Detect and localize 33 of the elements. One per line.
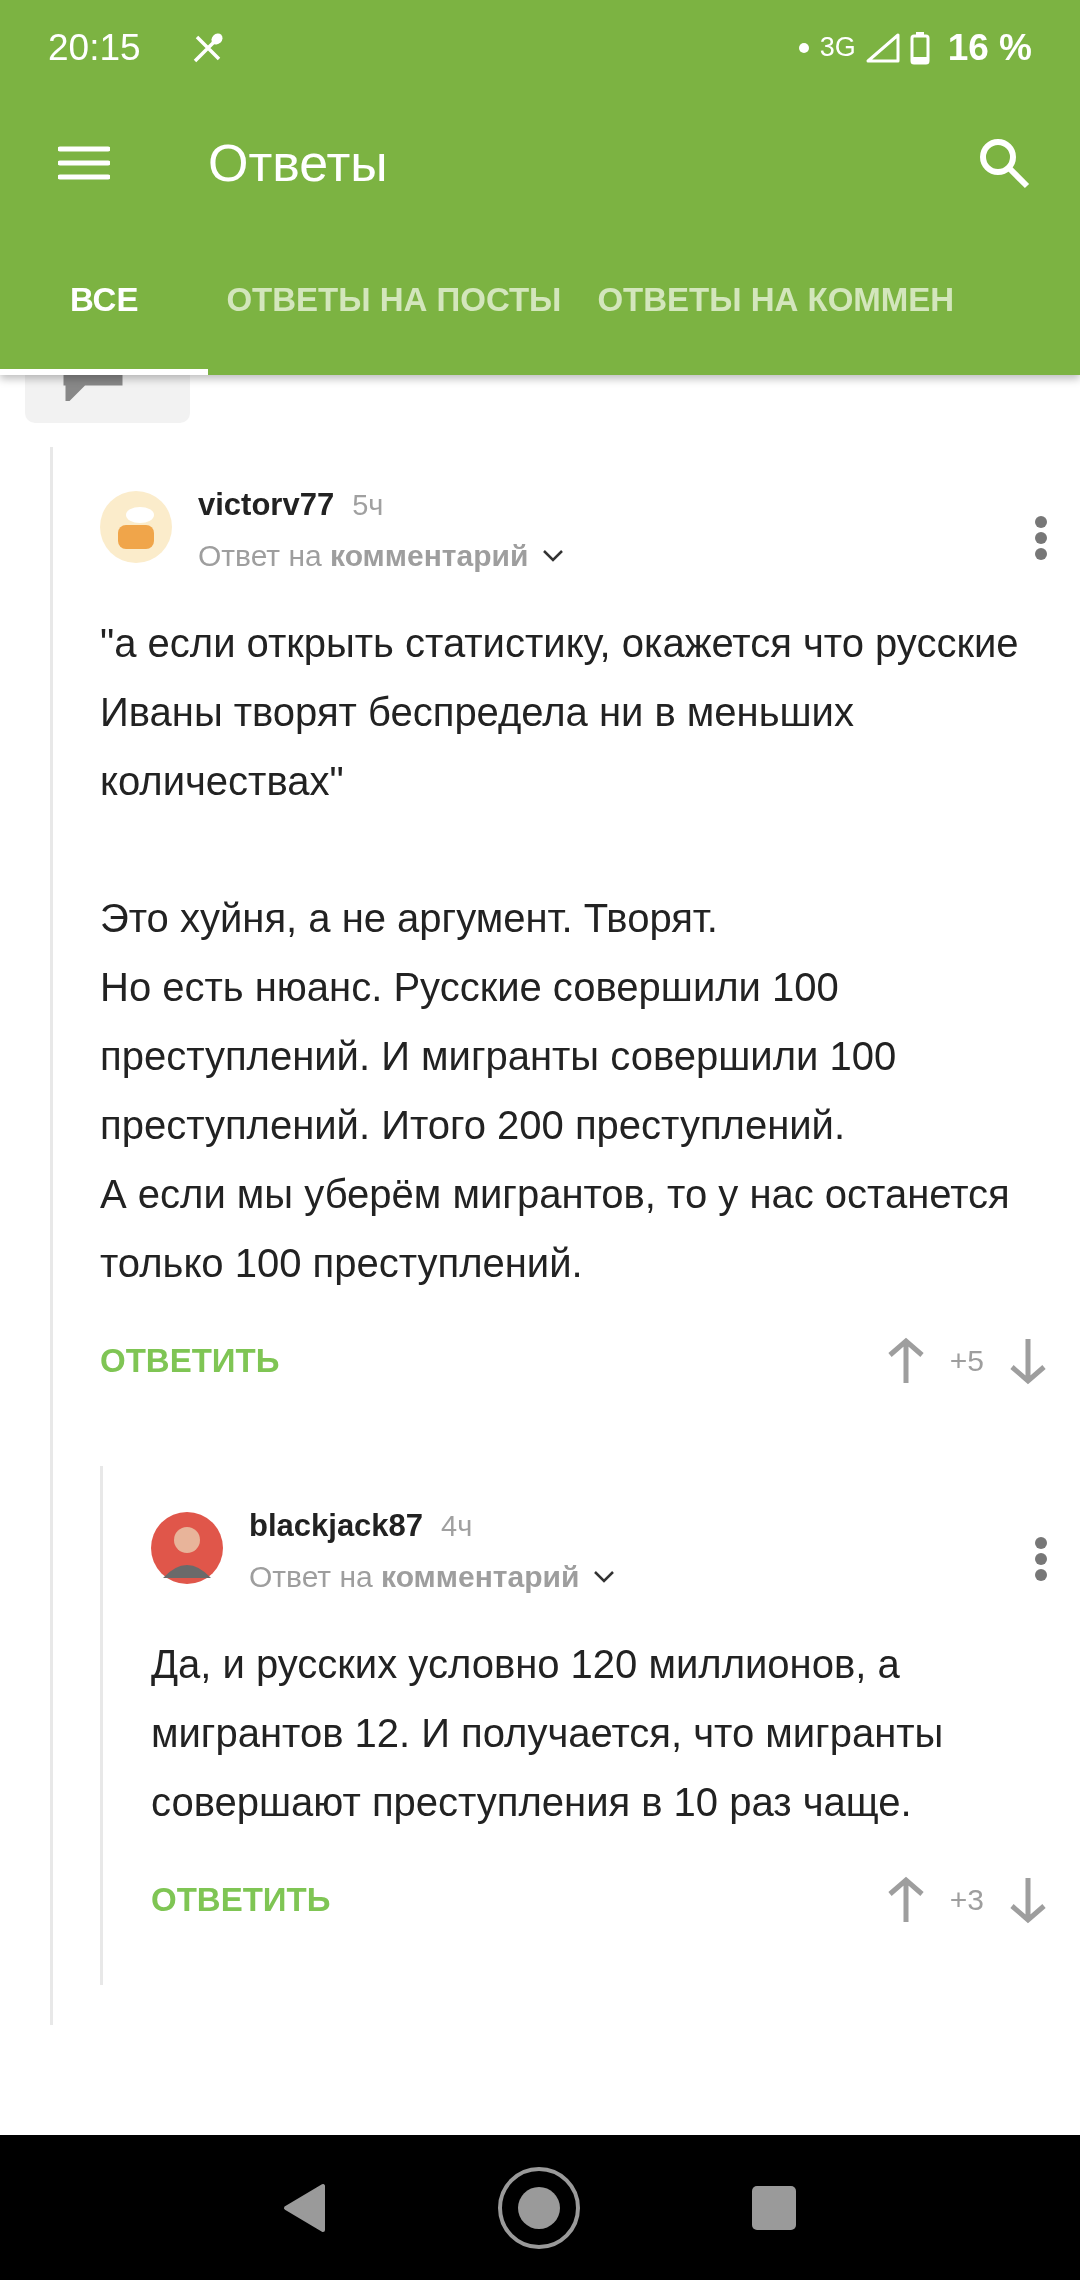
author-name[interactable]: victorv77	[198, 487, 335, 523]
tab[interactable]: ОТВЕТЫ НА ПОСТЫ	[208, 230, 580, 375]
more-icon[interactable]	[1034, 1536, 1048, 1582]
more-icon[interactable]	[1034, 515, 1048, 561]
battery-icon	[909, 30, 930, 65]
recents-icon[interactable]	[751, 2184, 797, 2231]
comment-score: +3	[949, 1883, 984, 1917]
downvote-icon[interactable]	[1008, 1337, 1048, 1385]
comment-score: +5	[949, 1344, 984, 1378]
comment-text: "а если открыть статистику, окажется что русские Иваны творят беспредела ни в меньших количествах"	[100, 620, 1020, 805]
screen-title: Ответы	[208, 132, 388, 193]
network-type: 3G	[819, 32, 856, 63]
battery-level: 16 %	[947, 26, 1032, 69]
back-icon[interactable]	[283, 2182, 327, 2233]
downvote-icon[interactable]	[1008, 1876, 1048, 1924]
status-time: 20:15	[48, 26, 141, 69]
reply-link[interactable]: ОТВЕТИТЬ	[151, 1881, 331, 1919]
author-name[interactable]: blackjack87	[249, 1508, 424, 1544]
tab[interactable]: ОТВЕТЫ НА КОММЕН	[579, 230, 973, 375]
comment-text: Это хуйня, а не аргумент. Творят. Но есть нюанс. Русские совершили 100 преступлений. И мигранты совершили 100 преступлений. Итого 200 преступлений. А если мы уберём мигрантов, то у нас останется только 100 преступлений.	[100, 895, 1011, 1287]
chevron-down-icon[interactable]	[542, 549, 565, 563]
comment-text: Да, и русских условно 120 миллионов, а мигрантов 12. И получается, что мигранты совершают преступления в 10 раз чаще.	[151, 1641, 945, 1826]
comment-age: 5ч	[352, 489, 384, 522]
reply-link[interactable]: ОТВЕТИТЬ	[100, 1342, 280, 1380]
reply-info: Ответ на комментарий	[249, 1560, 580, 1594]
signal-icon	[865, 32, 900, 63]
comment-age: 4ч	[441, 1510, 473, 1543]
home-icon[interactable]	[497, 2165, 581, 2250]
avatar-icon[interactable]	[151, 1512, 223, 1584]
reply-info: Ответ на комментарий	[198, 539, 529, 573]
dot-icon	[797, 41, 810, 54]
chevron-down-icon[interactable]	[593, 1570, 616, 1584]
menu-icon[interactable]	[58, 144, 110, 181]
